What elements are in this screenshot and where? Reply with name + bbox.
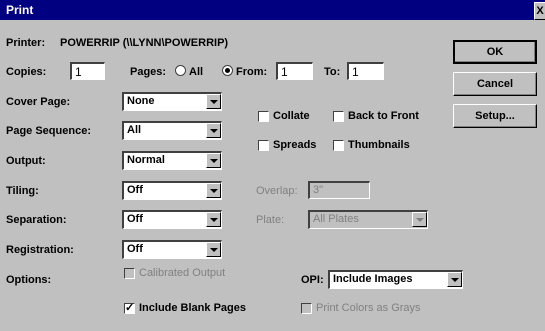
pages-label: Pages:	[130, 66, 167, 78]
registration-label: Registration:	[6, 244, 74, 256]
cancel-button[interactable]: Cancel	[453, 72, 537, 96]
output-select[interactable]: Normal	[122, 151, 222, 170]
separation-label: Separation:	[6, 214, 67, 226]
chevron-down-icon[interactable]	[206, 153, 221, 168]
registration-select[interactable]: Off	[122, 240, 222, 259]
cover-page-select[interactable]: None	[122, 92, 222, 111]
page-sequence-value: All	[127, 124, 142, 136]
collate-label: Collate	[273, 110, 310, 122]
chevron-down-icon[interactable]	[206, 183, 221, 198]
page-sequence-select[interactable]: All	[122, 121, 222, 140]
output-label: Output:	[6, 155, 46, 167]
chevron-down-icon[interactable]	[206, 212, 221, 227]
thumbnails-label: Thumbnails	[348, 139, 410, 151]
separation-value: Off	[127, 213, 143, 225]
pages-from-label: From:	[236, 66, 268, 78]
separation-select[interactable]: Off	[122, 210, 222, 229]
print-colors-as-grays-label: Print Colors as Grays	[316, 302, 421, 314]
thumbnails-checkbox[interactable]	[333, 140, 344, 151]
chevron-down-icon[interactable]	[206, 242, 221, 257]
back-to-front-label: Back to Front	[348, 110, 419, 122]
title-bar: Print X	[0, 0, 545, 20]
opi-label: OPI:	[301, 274, 324, 286]
close-button[interactable]: X	[534, 2, 545, 20]
calibrated-output-label: Calibrated Output	[139, 267, 226, 279]
spreads-checkbox[interactable]	[258, 140, 269, 151]
output-value: Normal	[127, 154, 165, 166]
opi-select[interactable]: Include Images	[328, 270, 463, 289]
pages-to-label: To:	[324, 66, 341, 78]
tiling-label: Tiling:	[6, 185, 39, 197]
window-title: Print	[6, 3, 34, 17]
chevron-down-icon[interactable]	[206, 94, 221, 109]
setup-button[interactable]: Setup...	[453, 104, 537, 128]
pages-from-radio[interactable]	[222, 65, 233, 76]
checkmark-icon: ✓	[125, 302, 135, 314]
pages-from-field[interactable]: 1	[276, 62, 313, 80]
opi-value: Include Images	[333, 273, 413, 285]
chevron-down-icon[interactable]	[206, 123, 221, 138]
page-sequence-label: Page Sequence:	[6, 125, 91, 137]
chevron-down-icon[interactable]	[447, 272, 462, 287]
close-icon: X	[536, 5, 544, 17]
ok-button[interactable]: OK	[453, 40, 537, 64]
spreads-label: Spreads	[273, 139, 317, 151]
printer-label: Printer:	[6, 37, 46, 49]
include-blank-pages-checkbox[interactable]: ✓	[124, 303, 135, 314]
tiling-select[interactable]: Off	[122, 181, 222, 200]
overlap-label: Overlap:	[256, 185, 298, 197]
tiling-value: Off	[127, 184, 143, 196]
collate-checkbox[interactable]	[258, 111, 269, 122]
plate-value: All Plates	[313, 213, 359, 225]
copies-field[interactable]: 1	[70, 62, 105, 80]
back-to-front-checkbox[interactable]	[333, 111, 344, 122]
calibrated-output-checkbox	[124, 268, 135, 279]
pages-to-field[interactable]: 1	[347, 62, 384, 80]
cover-page-label: Cover Page:	[6, 96, 71, 108]
print-colors-as-grays-checkbox	[301, 303, 312, 314]
chevron-down-icon	[412, 212, 427, 227]
overlap-field: 3"	[308, 181, 370, 199]
cover-page-value: None	[127, 95, 155, 107]
plate-select: All Plates	[308, 210, 428, 229]
printer-name: POWERRIP (\\LYNN\POWERRIP)	[60, 37, 229, 49]
pages-all-radio[interactable]	[175, 65, 186, 76]
include-blank-pages-label: Include Blank Pages	[139, 302, 246, 314]
options-label: Options:	[6, 274, 52, 286]
copies-label: Copies:	[6, 66, 47, 78]
registration-value: Off	[127, 243, 143, 255]
print-dialog: Print X Printer: POWERRIP (\\LYNN\POWERR…	[0, 0, 545, 331]
pages-all-label: All	[189, 66, 204, 78]
plate-label: Plate:	[256, 214, 285, 226]
